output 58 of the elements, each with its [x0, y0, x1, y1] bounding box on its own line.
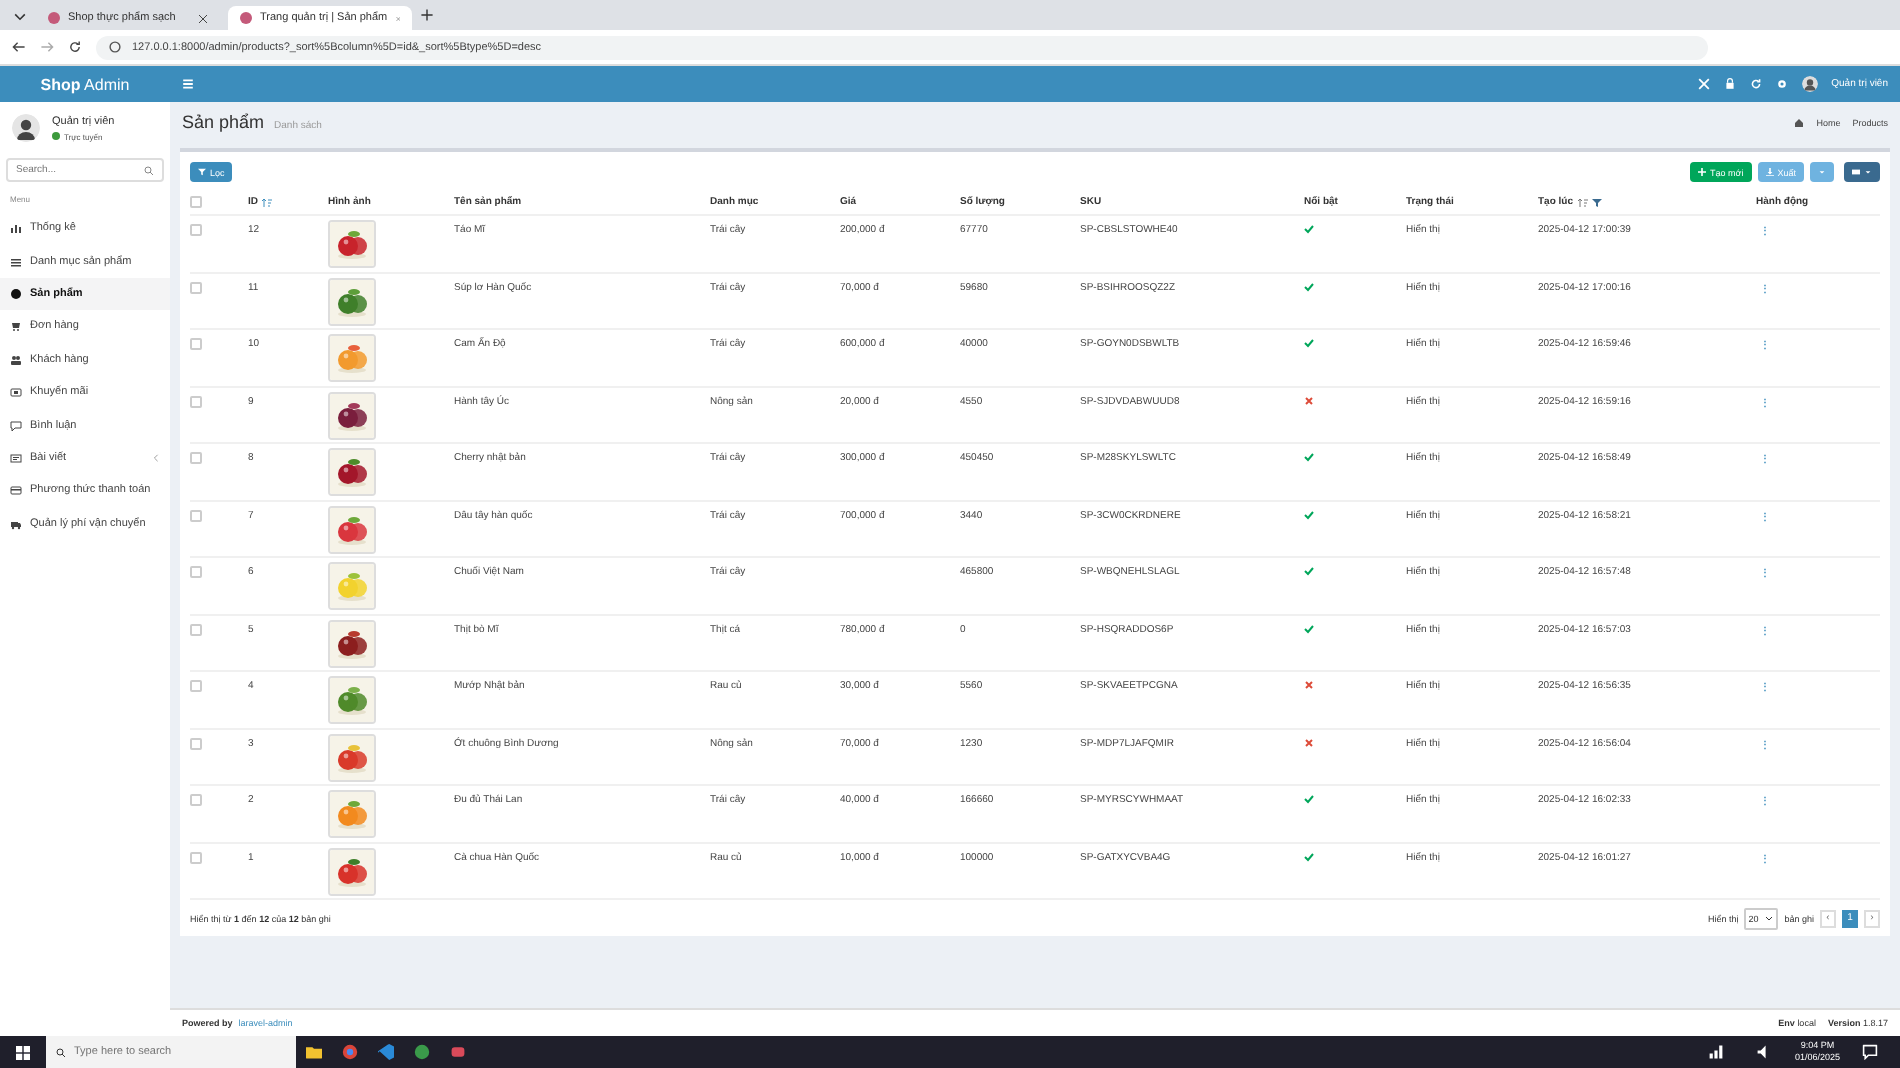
online-dot — [52, 132, 60, 140]
caret-icon — [1864, 168, 1872, 176]
app-icon[interactable] — [414, 1044, 430, 1060]
search-icon[interactable] — [56, 1047, 66, 1057]
reload-icon[interactable] — [68, 40, 82, 54]
code-editor-icon[interactable] — [378, 1044, 394, 1060]
card-icon — [10, 484, 22, 497]
browser-icon[interactable] — [342, 1044, 358, 1060]
row-checkbox[interactable] — [190, 680, 202, 692]
row-checkbox[interactable] — [190, 509, 202, 521]
refresh-icon[interactable] — [1749, 78, 1762, 90]
sort-icon[interactable] — [1577, 197, 1588, 207]
cart-icon — [10, 320, 22, 333]
row-checkbox[interactable] — [190, 794, 202, 806]
back-icon[interactable] — [12, 40, 26, 54]
list-icon — [10, 255, 22, 268]
menu-icon[interactable] — [182, 78, 194, 90]
row-checkbox[interactable] — [190, 737, 202, 749]
row-checkbox[interactable] — [190, 851, 202, 863]
row-checkbox[interactable] — [190, 566, 202, 578]
new-tab-icon[interactable] — [420, 8, 434, 22]
select-all-checkbox[interactable] — [190, 196, 202, 208]
download-icon — [1765, 168, 1774, 176]
sort-icon[interactable] — [262, 197, 272, 207]
table-icon — [1852, 168, 1860, 176]
ticket-icon — [10, 386, 22, 399]
filter-icon[interactable] — [1591, 197, 1602, 207]
page-title: Sản phẩm — [182, 112, 265, 132]
row-checkbox[interactable] — [190, 623, 202, 635]
avatar-icon[interactable] — [1801, 76, 1818, 92]
notification-icon[interactable] — [1862, 1044, 1878, 1060]
app-icon[interactable] — [450, 1044, 466, 1060]
row-checkbox[interactable] — [190, 338, 202, 350]
network-icon[interactable] — [1708, 1044, 1725, 1060]
caret-icon — [1818, 168, 1826, 176]
chart-icon — [10, 222, 22, 235]
folder-icon[interactable] — [306, 1044, 322, 1060]
lock-icon[interactable] — [1723, 78, 1736, 90]
expand-icon[interactable] — [1697, 78, 1710, 90]
comment-icon — [10, 419, 22, 432]
row-checkbox[interactable] — [190, 452, 202, 464]
close-icon[interactable] — [198, 13, 208, 23]
filter-icon — [198, 168, 206, 176]
truck-icon — [10, 517, 22, 530]
row-checkbox[interactable] — [190, 281, 202, 293]
plus-icon — [1698, 168, 1707, 176]
start-icon[interactable] — [16, 1045, 30, 1059]
columns-button[interactable] — [1844, 162, 1880, 182]
users-icon — [10, 353, 22, 366]
avatar-icon — [12, 114, 40, 142]
row-checkbox[interactable] — [190, 224, 202, 236]
document-icon — [10, 451, 22, 464]
circle-icon — [10, 287, 22, 300]
row-checkbox[interactable] — [190, 395, 202, 407]
home-icon — [1794, 118, 1805, 128]
info-icon[interactable] — [108, 40, 122, 54]
brand-logo[interactable]: Shop Admin — [0, 75, 170, 93]
forward-icon[interactable] — [40, 40, 54, 54]
